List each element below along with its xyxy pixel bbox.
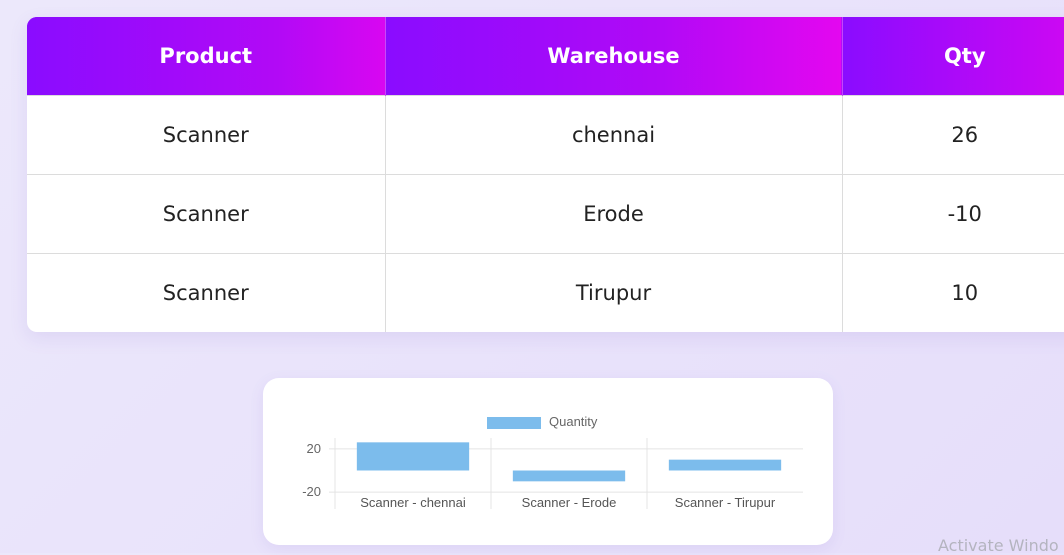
inventory-table: Product Warehouse Qty Scanner chennai 26… bbox=[27, 17, 1064, 332]
legend-label: Quantity bbox=[549, 414, 598, 429]
cell-qty: 26 bbox=[842, 95, 1064, 175]
x-tick-label: Scanner - chennai bbox=[360, 495, 466, 510]
cell-qty: -10 bbox=[842, 174, 1064, 254]
quantity-bar-chart: Quantity 20 -20 Scanner - chennai Scanner - … bbox=[302, 414, 803, 510]
bar bbox=[668, 459, 782, 471]
inventory-table-card: Product Warehouse Qty Scanner chennai 26… bbox=[27, 17, 1064, 332]
header-product[interactable]: Product bbox=[27, 17, 386, 96]
cell-warehouse: chennai bbox=[385, 95, 843, 175]
legend-swatch bbox=[487, 417, 541, 429]
cell-warehouse: Tirupur bbox=[385, 253, 843, 332]
table-row: Scanner Erode -10 bbox=[27, 174, 1064, 254]
bar bbox=[512, 470, 626, 482]
chart-card: Quantity 20 -20 Scanner - chennai Scanner - … bbox=[263, 378, 833, 545]
cell-product: Scanner bbox=[27, 253, 386, 332]
x-tick-label: Scanner - Erode bbox=[522, 495, 617, 510]
table-row: Scanner Tirupur 10 bbox=[27, 253, 1064, 332]
bar bbox=[356, 442, 470, 471]
cell-product: Scanner bbox=[27, 95, 386, 175]
header-qty[interactable]: Qty bbox=[842, 17, 1064, 96]
y-tick-label: -20 bbox=[302, 484, 321, 499]
table-header-row: Product Warehouse Qty bbox=[27, 17, 1064, 96]
header-warehouse[interactable]: Warehouse bbox=[385, 17, 843, 96]
cell-qty: 10 bbox=[842, 253, 1064, 332]
y-tick-label: 20 bbox=[307, 441, 321, 456]
table-row: Scanner chennai 26 bbox=[27, 95, 1064, 175]
cell-warehouse: Erode bbox=[385, 174, 843, 254]
cell-product: Scanner bbox=[27, 174, 386, 254]
x-tick-label: Scanner - Tirupur bbox=[675, 495, 776, 510]
activate-windows-watermark: Activate Windo bbox=[938, 536, 1059, 555]
